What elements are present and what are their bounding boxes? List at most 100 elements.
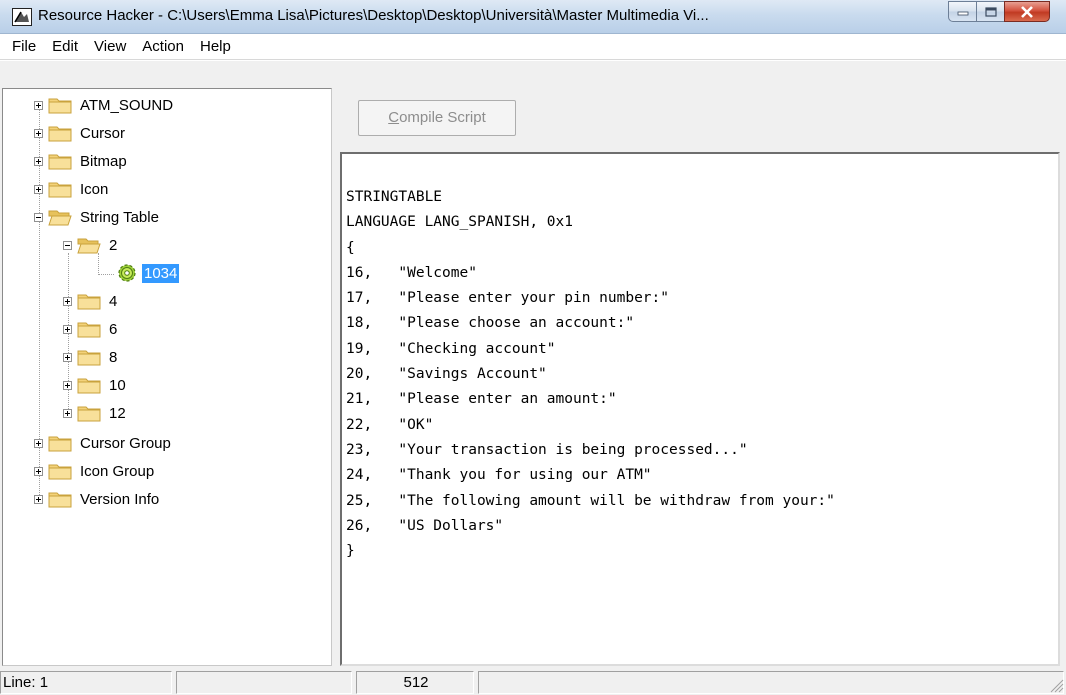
tree-label-selected: 1034 <box>142 263 180 283</box>
folder-icon <box>48 98 72 114</box>
script-toolbar: Compile Script <box>340 88 1056 152</box>
expand-icon[interactable] <box>34 156 43 166</box>
code-line: 19, "Checking account" <box>346 340 556 357</box>
tree-node-string-table[interactable]: String Table <box>34 203 161 231</box>
tree-label: ATM_SOUND <box>80 96 174 114</box>
status-line: Line: 1 <box>0 671 172 694</box>
window-title: Resource Hacker - C:\Users\Emma Lisa\Pic… <box>38 7 709 24</box>
code-line: STRINGTABLE <box>346 189 443 205</box>
gear-icon <box>118 264 136 282</box>
tree-node-string-table-6[interactable]: 6 <box>63 315 119 343</box>
menu-help[interactable]: Help <box>192 35 239 59</box>
folder-icon <box>48 436 72 452</box>
compile-script-button[interactable]: Compile Script <box>358 100 516 136</box>
folder-icon <box>48 464 72 480</box>
tree-label: 12 <box>109 404 126 422</box>
compile-script-label: ompile Script <box>399 109 486 126</box>
expand-icon[interactable] <box>63 380 72 390</box>
status-size: 512 <box>356 671 474 694</box>
tree-label: Version Info <box>80 490 160 508</box>
tree-label: Icon Group <box>80 462 155 480</box>
folder-icon <box>48 182 72 198</box>
folder-icon <box>48 126 72 142</box>
code-line: } <box>346 543 355 560</box>
tree-label: Cursor Group <box>80 434 171 452</box>
expand-icon[interactable] <box>63 408 72 418</box>
tree-line <box>98 274 114 275</box>
folder-icon <box>77 322 101 338</box>
tree-label: String Table <box>80 208 159 226</box>
folder-icon <box>77 294 101 310</box>
minimize-icon <box>957 11 968 15</box>
tree-label: Cursor <box>80 124 126 142</box>
tree-node-bitmap[interactable]: Bitmap <box>34 147 129 175</box>
tree-node-atm-sound[interactable]: ATM_SOUND <box>34 91 175 119</box>
open-folder-icon <box>77 238 101 254</box>
title-bar[interactable]: Resource Hacker - C:\Users\Emma Lisa\Pic… <box>0 0 1066 34</box>
maximize-button[interactable] <box>976 1 1004 22</box>
code-line: 24, "Thank you for using our ATM" <box>346 467 652 484</box>
tree-node-cursor-group[interactable]: Cursor Group <box>34 429 173 457</box>
tree-label: 4 <box>109 292 118 310</box>
status-bar: Line: 1 512 <box>0 668 1066 695</box>
resize-grip-icon[interactable] <box>1048 677 1064 693</box>
folder-icon <box>48 154 72 170</box>
expand-icon[interactable] <box>63 324 72 334</box>
tree-label: 10 <box>109 376 126 394</box>
expand-icon[interactable] <box>34 100 43 110</box>
code-line: 17, "Please enter your pin number:" <box>346 290 670 307</box>
resource-hacker-app-icon <box>12 8 32 26</box>
expand-icon[interactable] <box>34 184 43 194</box>
expand-icon[interactable] <box>34 128 43 138</box>
folder-icon <box>77 350 101 366</box>
menu-edit[interactable]: Edit <box>44 35 86 59</box>
code-line: 22, "OK" <box>346 416 434 433</box>
menu-action[interactable]: Action <box>134 35 192 59</box>
tree-label: 2 <box>109 236 118 254</box>
code-line: 25, "The following amount will be withdr… <box>346 492 835 509</box>
expand-icon[interactable] <box>63 296 72 306</box>
code-line: 26, "US Dollars" <box>346 517 504 534</box>
tree-label: Bitmap <box>80 152 127 170</box>
collapse-icon[interactable] <box>63 240 72 250</box>
expand-icon[interactable] <box>63 352 72 362</box>
tree-node-string-table-12[interactable]: 12 <box>63 399 128 427</box>
compile-script-accesskey: C <box>388 109 400 126</box>
tree-node-version-info[interactable]: Version Info <box>34 485 161 513</box>
script-editor[interactable]: STRINGTABLE LANGUAGE LANG_SPANISH, 0x1 {… <box>340 152 1060 666</box>
tree-label: 8 <box>109 348 118 366</box>
tree-node-icon[interactable]: Icon <box>34 175 110 203</box>
menu-bar: File Edit View Action Help <box>0 34 1066 60</box>
tree-node-string-table-4[interactable]: 4 <box>63 287 119 315</box>
folder-icon <box>77 378 101 394</box>
expand-icon[interactable] <box>34 466 43 476</box>
tree-node-string-table-8[interactable]: 8 <box>63 343 119 371</box>
open-folder-icon <box>48 210 72 226</box>
folder-icon <box>48 492 72 508</box>
tree-node-cursor[interactable]: Cursor <box>34 119 127 147</box>
close-button[interactable] <box>1004 1 1050 22</box>
tree-node-string-table-10[interactable]: 10 <box>63 371 128 399</box>
status-panel-rest <box>478 671 1064 694</box>
close-icon <box>1021 5 1033 18</box>
expand-icon[interactable] <box>34 438 43 448</box>
tree-node-string-table-2[interactable]: 2 <box>63 231 119 259</box>
code-line: 21, "Please enter an amount:" <box>346 391 617 408</box>
code-line: 23, "Your transaction is being processed… <box>346 441 748 458</box>
tree-label: Icon <box>80 180 109 198</box>
code-line: 20, "Savings Account" <box>346 366 547 383</box>
code-line: { <box>346 239 355 256</box>
expand-icon[interactable] <box>34 494 43 504</box>
menu-file[interactable]: File <box>4 35 44 59</box>
tree-node-string-1034[interactable]: 1034 <box>116 259 180 287</box>
folder-icon <box>77 406 101 422</box>
code-line: 18, "Please choose an account:" <box>346 315 635 332</box>
maximize-icon <box>984 6 997 17</box>
menu-view[interactable]: View <box>86 35 134 59</box>
tree-label: 6 <box>109 320 118 338</box>
tree-node-icon-group[interactable]: Icon Group <box>34 457 156 485</box>
collapse-icon[interactable] <box>34 212 43 222</box>
minimize-button[interactable] <box>948 1 976 22</box>
status-panel-empty <box>176 671 352 694</box>
code-line: LANGUAGE LANG_SPANISH, 0x1 <box>346 214 573 231</box>
